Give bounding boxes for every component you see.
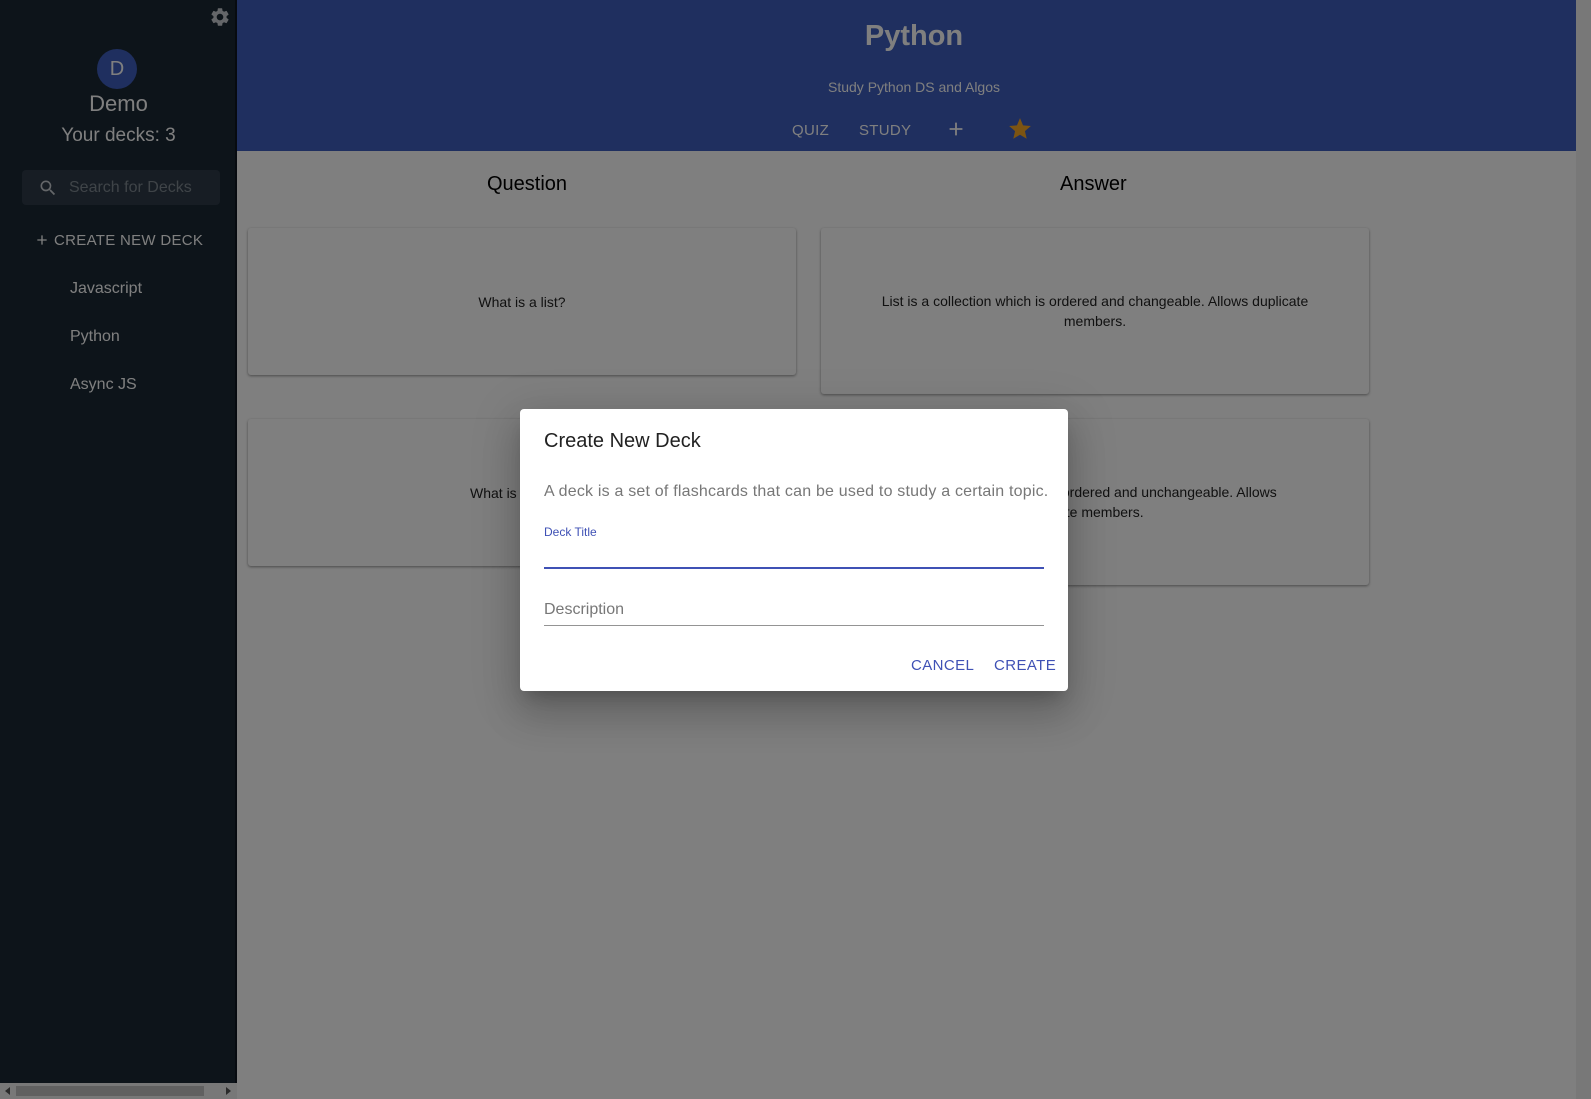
cancel-button[interactable]: CANCEL xyxy=(911,657,974,674)
dialog-description: A deck is a set of flashcards that can b… xyxy=(544,483,1049,500)
deck-title-label: Deck Title xyxy=(544,525,597,539)
create-deck-dialog: Create New Deck A deck is a set of flash… xyxy=(520,409,1068,691)
dialog-title: Create New Deck xyxy=(544,430,701,452)
description-field[interactable] xyxy=(544,597,1044,626)
create-button[interactable]: CREATE xyxy=(994,657,1056,674)
description-input[interactable] xyxy=(544,597,1044,623)
deck-title-field[interactable] xyxy=(544,541,1044,569)
deck-title-input[interactable] xyxy=(544,541,1044,567)
